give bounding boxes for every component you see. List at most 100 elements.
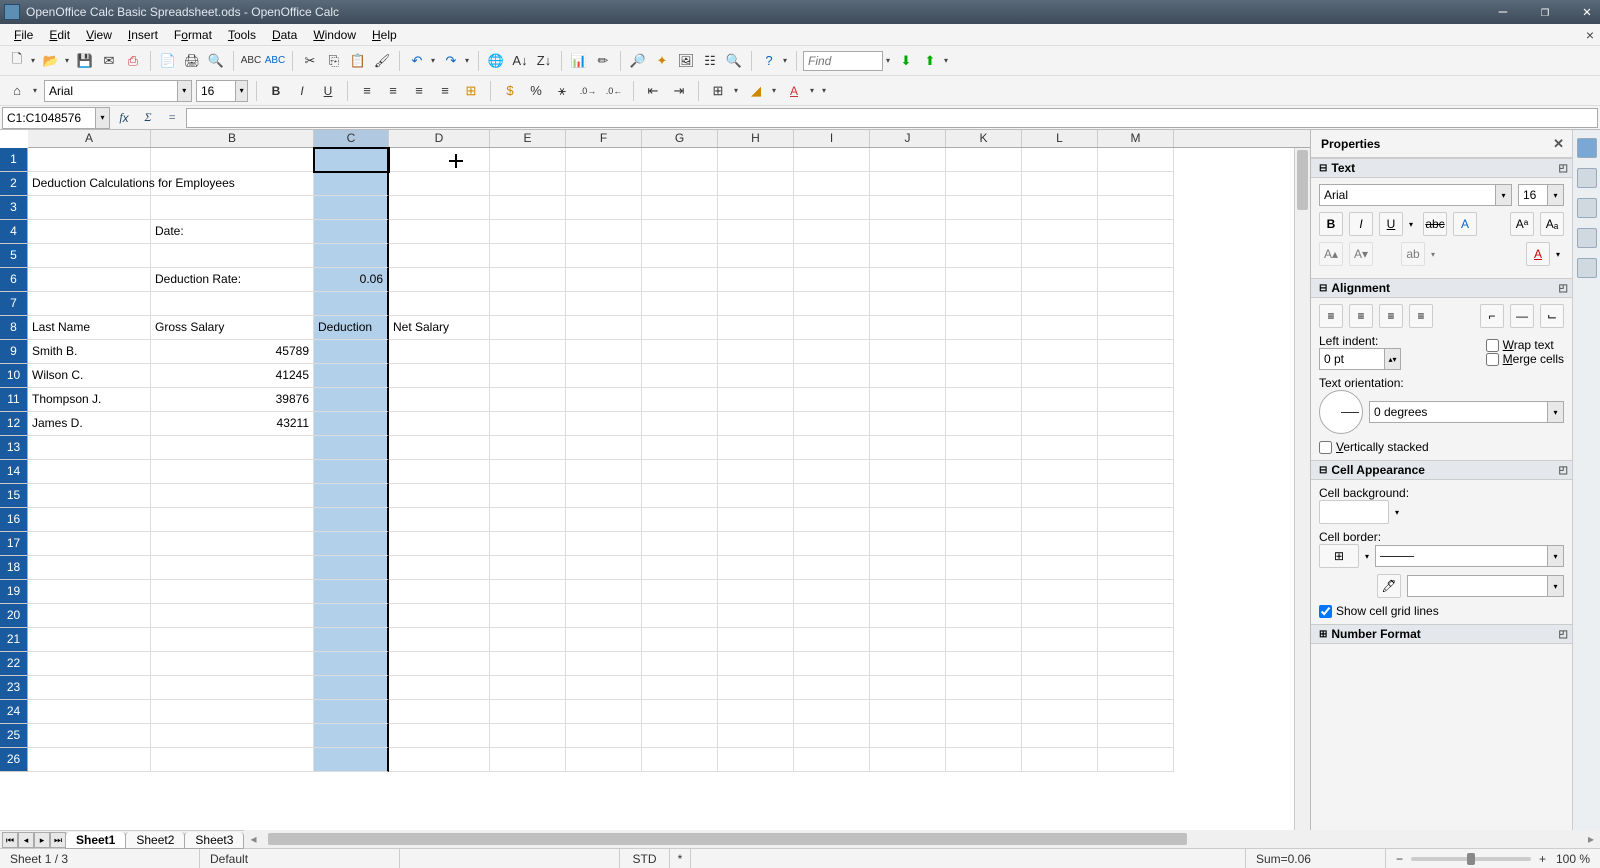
cell-I5[interactable] (794, 244, 870, 268)
tab-next-icon[interactable]: ▸ (34, 832, 50, 848)
cell-M1[interactable] (1098, 148, 1174, 172)
cell-F8[interactable] (566, 316, 642, 340)
cell-H9[interactable] (718, 340, 794, 364)
cell-J25[interactable] (870, 724, 946, 748)
close-button[interactable]: ✕ (1578, 5, 1596, 19)
row-header-22[interactable]: 22 (0, 652, 27, 676)
cell-B20[interactable] (151, 604, 314, 628)
cell-B22[interactable] (151, 652, 314, 676)
open-dropdown[interactable]: ▾ (62, 56, 72, 65)
cell-I8[interactable] (794, 316, 870, 340)
cell-M2[interactable] (1098, 172, 1174, 196)
add-decimal-icon[interactable]: .0→ (577, 80, 599, 102)
cell-A15[interactable] (28, 484, 151, 508)
cell-H17[interactable] (718, 532, 794, 556)
bg-color-icon[interactable]: ◢ (745, 80, 767, 102)
cell-E6[interactable] (490, 268, 566, 292)
function-wizard-icon[interactable]: fx (114, 108, 134, 128)
cell-C6[interactable]: 0.06 (314, 268, 389, 292)
cell-B26[interactable] (151, 748, 314, 772)
cell-C24[interactable] (314, 700, 389, 724)
cell-D4[interactable] (389, 220, 490, 244)
cell-M8[interactable] (1098, 316, 1174, 340)
border-preset-picker[interactable]: ⊞ (1319, 544, 1359, 568)
cell-B7[interactable] (151, 292, 314, 316)
cell-G9[interactable] (642, 340, 718, 364)
cell-H1[interactable] (718, 148, 794, 172)
cell-L24[interactable] (1022, 700, 1098, 724)
cell-E4[interactable] (490, 220, 566, 244)
cell-B19[interactable] (151, 580, 314, 604)
cell-G7[interactable] (642, 292, 718, 316)
sb-align-center-icon[interactable]: ≡ (1349, 304, 1373, 328)
cell-L18[interactable] (1022, 556, 1098, 580)
cell-H12[interactable] (718, 412, 794, 436)
col-header-J[interactable]: J (870, 130, 946, 147)
cell-G5[interactable] (642, 244, 718, 268)
cell-A10[interactable]: Wilson C. (28, 364, 151, 388)
cell-A16[interactable] (28, 508, 151, 532)
sidebar-tab-functions-icon[interactable] (1577, 258, 1597, 278)
cell-A9[interactable]: Smith B. (28, 340, 151, 364)
cell-L25[interactable] (1022, 724, 1098, 748)
cell-D14[interactable] (389, 460, 490, 484)
cell-J11[interactable] (870, 388, 946, 412)
cell-M16[interactable] (1098, 508, 1174, 532)
cell-I14[interactable] (794, 460, 870, 484)
cell-bg-dropdown[interactable]: ▾ (1395, 508, 1399, 517)
cell-B14[interactable] (151, 460, 314, 484)
cell-F15[interactable] (566, 484, 642, 508)
cell-B5[interactable] (151, 244, 314, 268)
cell-C10[interactable] (314, 364, 389, 388)
decrease-indent-icon[interactable]: ⇤ (642, 80, 664, 102)
col-header-E[interactable]: E (490, 130, 566, 147)
cell-D22[interactable] (389, 652, 490, 676)
cell-C23[interactable] (314, 676, 389, 700)
italic-icon[interactable]: I (291, 80, 313, 102)
cell-M3[interactable] (1098, 196, 1174, 220)
cell-G14[interactable] (642, 460, 718, 484)
cell-E26[interactable] (490, 748, 566, 772)
cell-G2[interactable] (642, 172, 718, 196)
cell-J7[interactable] (870, 292, 946, 316)
col-header-F[interactable]: F (566, 130, 642, 147)
cell-J6[interactable] (870, 268, 946, 292)
styles-dropdown[interactable]: ▾ (30, 86, 40, 95)
undo-dropdown[interactable]: ▾ (428, 56, 438, 65)
cell-E9[interactable] (490, 340, 566, 364)
sb-font-name[interactable]: Arial▾ (1319, 184, 1512, 206)
cell-F5[interactable] (566, 244, 642, 268)
cell-J15[interactable] (870, 484, 946, 508)
orientation-dial[interactable] (1319, 390, 1363, 434)
cut-icon[interactable]: ✂ (299, 50, 321, 72)
bold-icon[interactable]: B (265, 80, 287, 102)
cell-J4[interactable] (870, 220, 946, 244)
row-header-13[interactable]: 13 (0, 436, 27, 460)
row-header-1[interactable]: 1 (0, 148, 27, 172)
cell-I13[interactable] (794, 436, 870, 460)
cell-M7[interactable] (1098, 292, 1174, 316)
font-name-combo[interactable]: ▾ (44, 80, 192, 102)
sb-strike-icon[interactable]: abc (1423, 212, 1447, 236)
cell-F26[interactable] (566, 748, 642, 772)
row-header-10[interactable]: 10 (0, 364, 27, 388)
sidebar-tab-gallery-icon[interactable] (1577, 198, 1597, 218)
cell-J18[interactable] (870, 556, 946, 580)
sb-font-size[interactable]: 16▾ (1518, 184, 1564, 206)
cell-I25[interactable] (794, 724, 870, 748)
cell-H24[interactable] (718, 700, 794, 724)
cell-G10[interactable] (642, 364, 718, 388)
page-preview-icon[interactable]: 🔍 (205, 50, 227, 72)
cell-M18[interactable] (1098, 556, 1174, 580)
cell-L13[interactable] (1022, 436, 1098, 460)
sort-asc-icon[interactable]: A↓ (509, 50, 531, 72)
cell-A13[interactable] (28, 436, 151, 460)
row-header-8[interactable]: 8 (0, 316, 27, 340)
cell-E15[interactable] (490, 484, 566, 508)
cell-K2[interactable] (946, 172, 1022, 196)
cell-F19[interactable] (566, 580, 642, 604)
print-icon[interactable]: 🖨 (181, 50, 203, 72)
zoom-slider[interactable] (1411, 857, 1531, 861)
cell-E5[interactable] (490, 244, 566, 268)
cell-C3[interactable] (314, 196, 389, 220)
